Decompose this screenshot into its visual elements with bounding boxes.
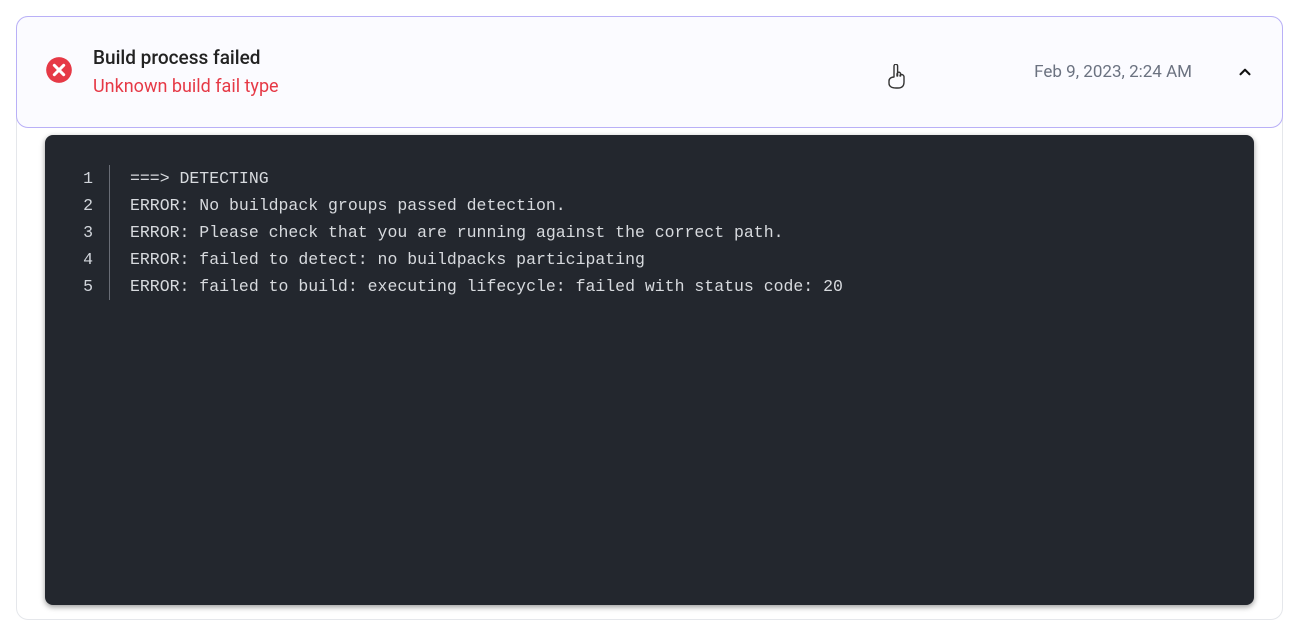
line-number: 4 <box>63 246 109 273</box>
log-line: 2 ERROR: No buildpack groups passed detec… <box>63 192 1236 219</box>
status-text-group: Build process failed Unknown build fail … <box>93 44 1014 100</box>
log-text: ERROR: No buildpack groups passed detect… <box>130 192 1236 219</box>
error-icon <box>45 56 73 88</box>
build-status-header[interactable]: Build process failed Unknown build fail … <box>16 16 1283 128</box>
log-line: 3 ERROR: Please check that you are runnin… <box>63 219 1236 246</box>
log-line: 5 ERROR: failed to build: executing lifec… <box>63 273 1236 300</box>
status-title: Build process failed <box>93 44 1014 73</box>
gutter-separator <box>109 246 110 273</box>
gutter-separator <box>109 192 110 219</box>
line-number: 1 <box>63 165 109 192</box>
build-log-panel[interactable]: 1 ===> DETECTING 2 ERROR: No buildpack grou… <box>45 135 1254 605</box>
gutter-separator <box>109 165 110 192</box>
log-line: 1 ===> DETECTING <box>63 165 1236 192</box>
log-text: ERROR: Please check that you are running… <box>130 219 1236 246</box>
build-timestamp: Feb 9, 2023, 2:24 AM <box>1034 62 1192 82</box>
status-subtitle: Unknown build fail type <box>93 73 1014 100</box>
collapse-toggle[interactable] <box>1236 63 1254 81</box>
gutter-separator <box>109 273 110 300</box>
chevron-up-icon <box>1236 63 1254 81</box>
log-text: ERROR: failed to build: executing lifecy… <box>130 273 1236 300</box>
log-lines: 1 ===> DETECTING 2 ERROR: No buildpack grou… <box>63 165 1236 300</box>
line-number: 3 <box>63 219 109 246</box>
gutter-separator <box>109 219 110 246</box>
log-line: 4 ERROR: failed to detect: no buildpacks … <box>63 246 1236 273</box>
line-number: 2 <box>63 192 109 219</box>
build-log-card: Build process failed Unknown build fail … <box>16 16 1283 620</box>
log-text: ===> DETECTING <box>130 165 1236 192</box>
line-number: 5 <box>63 273 109 300</box>
log-text: ERROR: failed to detect: no buildpacks p… <box>130 246 1236 273</box>
